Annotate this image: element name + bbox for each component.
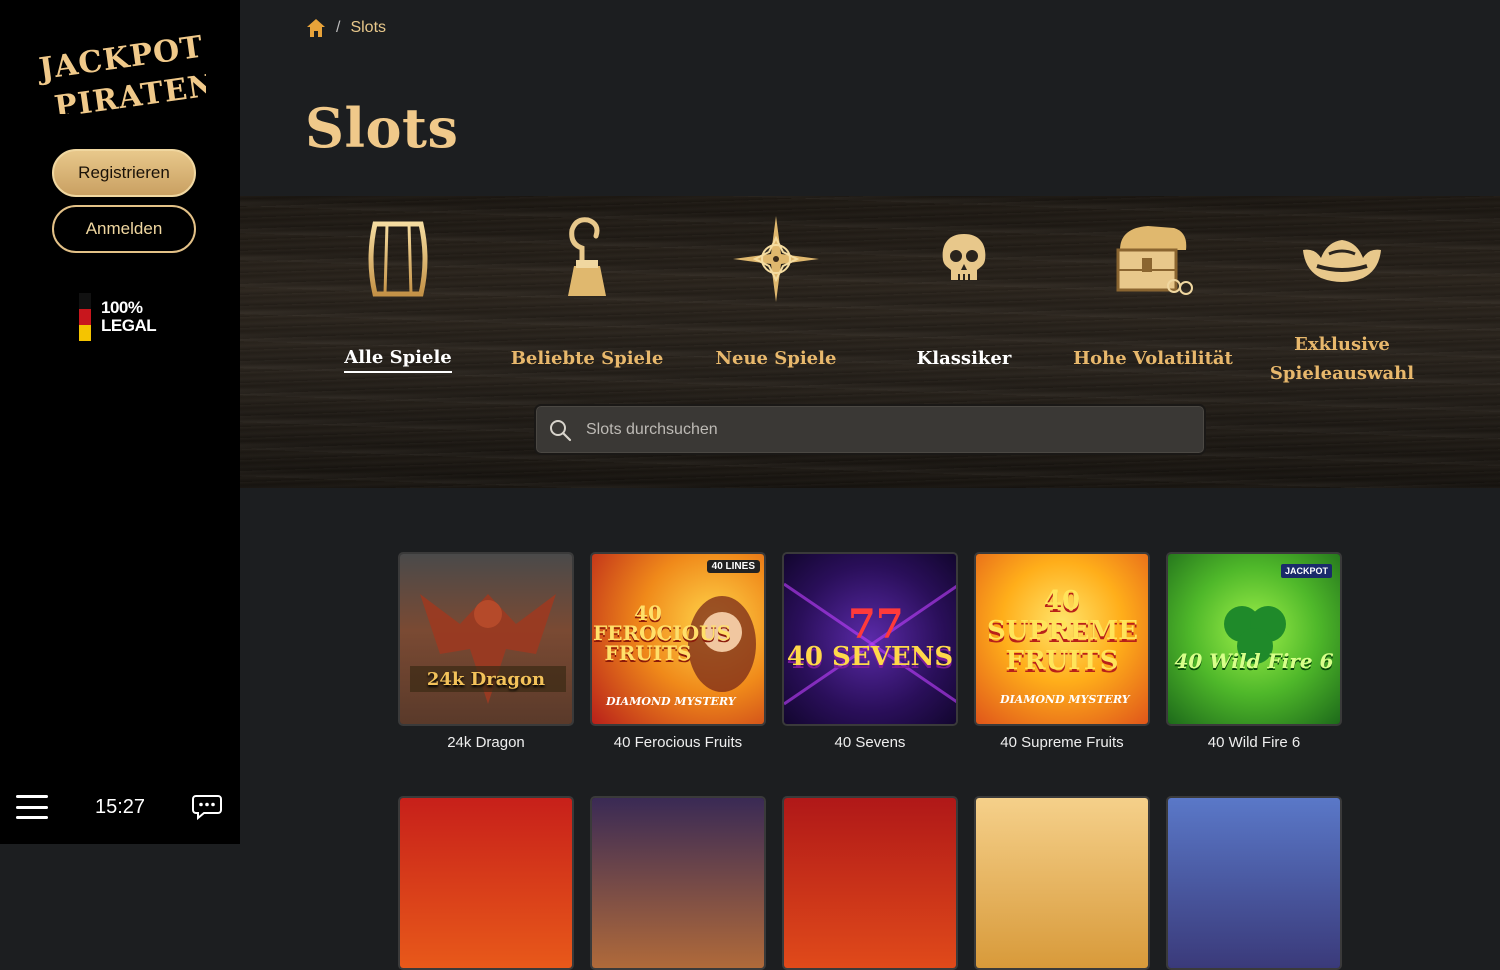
game-tile-40-sevens[interactable]: 77 40 SEVENS xyxy=(782,552,958,726)
search-icon xyxy=(550,419,572,441)
jackpot-piraten-logo[interactable]: JACKPOT PIRATEN xyxy=(34,28,218,126)
home-icon[interactable] xyxy=(306,18,326,38)
sevens-art-icon: 77 xyxy=(784,582,956,706)
clock: 15:27 xyxy=(94,795,146,818)
category-klassiker[interactable]: Klassiker xyxy=(874,196,1054,396)
game-thumbnail: JACKPOT 40 Wild Fire 6 xyxy=(1168,554,1340,724)
search-input[interactable] xyxy=(586,420,1186,439)
game-tile[interactable] xyxy=(590,796,766,970)
legal-badge: 100% LEGAL xyxy=(79,293,157,341)
barrel-icon xyxy=(353,214,443,304)
game-title[interactable]: 40 Sevens xyxy=(782,734,958,751)
game-title[interactable]: 24k Dragon xyxy=(398,734,574,751)
game-tile[interactable] xyxy=(974,796,1150,970)
category-alle-spiele[interactable]: Alle Spiele xyxy=(308,196,488,396)
game-thumbnail: 24k Dragon xyxy=(400,554,572,724)
legal-label: LEGAL xyxy=(101,316,157,335)
game-thumbnail: 77 40 SEVENS xyxy=(784,554,956,724)
game-tile-24k-dragon[interactable]: 24k Dragon xyxy=(398,552,574,726)
category-label: Klassiker xyxy=(916,348,1012,369)
game-thumbnail: 40 LINES 40 FEROCIOUS FRUITS DIAMOND MYS… xyxy=(592,554,764,724)
category-label: Neue Spiele xyxy=(715,348,837,369)
breadcrumb-current: Slots xyxy=(350,19,387,36)
game-thumbnail xyxy=(1168,798,1340,968)
category-hohe-volatilitaet[interactable]: Hohe Volatilität xyxy=(1063,196,1243,396)
game-tile[interactable] xyxy=(1166,796,1342,970)
category-banner: Alle Spiele Beliebte Spiele Neue Spiele … xyxy=(240,196,1500,488)
game-thumbnail xyxy=(400,798,572,968)
login-button[interactable]: Anmelden xyxy=(52,205,196,253)
chat-icon[interactable] xyxy=(192,794,222,820)
sidebar-bottom-bar: 15:27 xyxy=(0,770,240,844)
game-title[interactable]: 40 Supreme Fruits xyxy=(974,734,1150,751)
compass-icon xyxy=(731,214,821,304)
game-thumbnail: 40 SUPREME FRUITS DIAMOND MYSTERY xyxy=(976,554,1148,724)
logo-wordmark: JACKPOT PIRATEN xyxy=(34,30,218,126)
treasure-chest-icon xyxy=(1108,214,1198,304)
skull-icon xyxy=(919,214,1009,304)
category-neue-spiele[interactable]: Neue Spiele xyxy=(686,196,866,396)
search-bar[interactable] xyxy=(534,404,1206,455)
main-content: / Slots Slots Alle Spiele Beliebte Spiel… xyxy=(240,0,1500,970)
game-title[interactable]: 40 Ferocious Fruits xyxy=(590,734,766,751)
hook-icon xyxy=(542,214,632,304)
category-beliebte-spiele[interactable]: Beliebte Spiele xyxy=(497,196,677,396)
game-tile-40-ferocious-fruits[interactable]: 40 LINES 40 FEROCIOUS FRUITS DIAMOND MYS… xyxy=(590,552,766,726)
game-thumbnail xyxy=(592,798,764,968)
pirate-hat-icon xyxy=(1297,214,1387,304)
clover-art-icon xyxy=(1224,606,1286,664)
svg-text:77: 77 xyxy=(848,601,904,648)
game-thumbnail xyxy=(784,798,956,968)
category-label: Hohe Volatilität xyxy=(1073,348,1233,369)
game-title[interactable]: 40 Wild Fire 6 xyxy=(1166,734,1342,751)
game-tile-40-supreme-fruits[interactable]: 40 SUPREME FRUITS DIAMOND MYSTERY xyxy=(974,552,1150,726)
category-label: Beliebte Spiele xyxy=(510,348,664,369)
breadcrumb-separator: / xyxy=(336,19,341,36)
legal-percent: 100% xyxy=(101,298,143,317)
game-thumbnail xyxy=(976,798,1148,968)
dragon-art-icon xyxy=(410,594,566,704)
register-button[interactable]: Registrieren xyxy=(52,149,196,197)
game-tile[interactable] xyxy=(782,796,958,970)
game-tile[interactable] xyxy=(398,796,574,970)
game-tile-40-wild-fire-6[interactable]: JACKPOT 40 Wild Fire 6 xyxy=(1166,552,1342,726)
germany-flag-icon xyxy=(79,293,91,341)
category-label: Exklusive Spieleauswahl xyxy=(1269,334,1415,384)
category-label: Alle Spiele xyxy=(344,344,452,373)
page-title: Slots xyxy=(305,96,459,160)
sidebar: JACKPOT PIRATEN Registrieren Anmelden 10… xyxy=(0,0,240,844)
breadcrumb: / Slots xyxy=(306,18,386,38)
menu-icon[interactable] xyxy=(16,795,48,819)
category-exklusive-spieleauswahl[interactable]: Exklusive Spieleauswahl xyxy=(1252,196,1432,396)
